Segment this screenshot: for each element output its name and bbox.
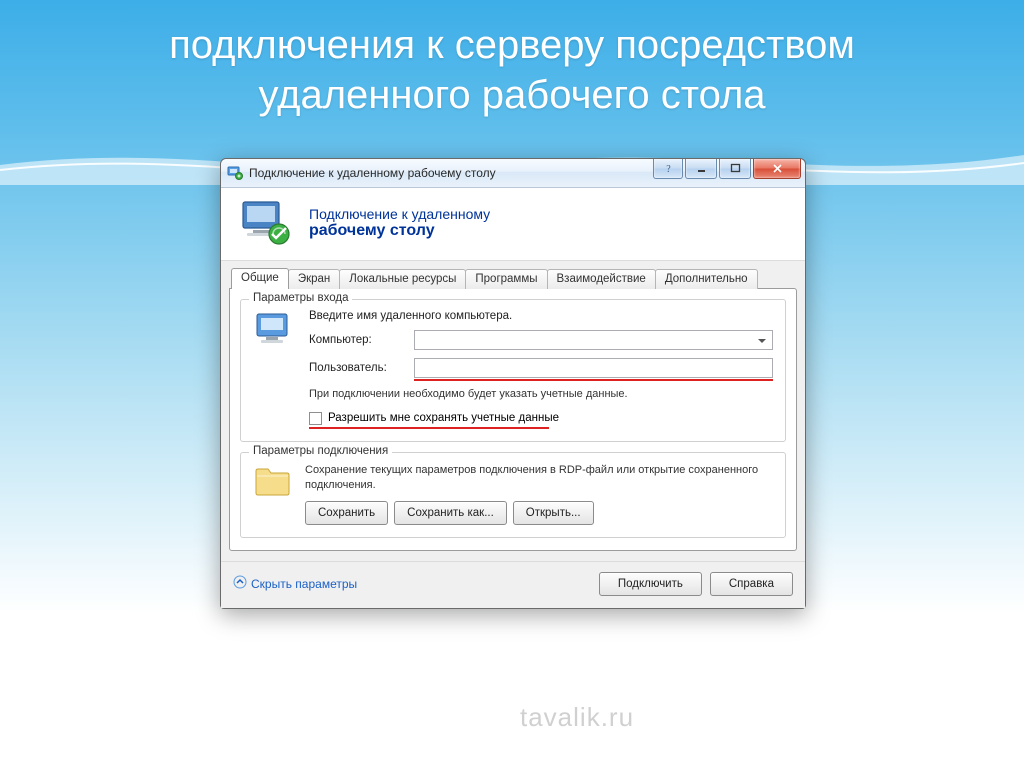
rdp-app-icon xyxy=(227,165,243,181)
creds-note: При подключении необходимо будет указать… xyxy=(309,387,773,402)
slide-background: подключения к серверу посредством удален… xyxy=(0,0,1024,767)
computer-icon xyxy=(253,310,297,429)
open-button[interactable]: Открыть... xyxy=(513,501,594,525)
tab-general[interactable]: Общие xyxy=(231,268,289,289)
window-title: Подключение к удаленному рабочему столу xyxy=(249,166,496,180)
tab-advanced[interactable]: Дополнительно xyxy=(655,269,758,289)
slide-title: подключения к серверу посредством удален… xyxy=(0,0,1024,130)
help-button[interactable]: ? xyxy=(653,159,683,179)
tab-programs[interactable]: Программы xyxy=(465,269,547,289)
save-creds-checkbox[interactable] xyxy=(309,412,322,425)
maximize-button[interactable] xyxy=(719,159,751,179)
computer-label: Компьютер: xyxy=(309,334,414,346)
folder-icon xyxy=(253,463,293,502)
user-input[interactable] xyxy=(414,358,773,378)
minimize-button[interactable] xyxy=(685,159,717,179)
save-creds-label: Разрешить мне сохранять учетные данные xyxy=(328,412,559,424)
window-controls: ? xyxy=(653,159,801,179)
close-button[interactable] xyxy=(753,159,801,179)
rdp-window: Подключение к удаленному рабочему столу … xyxy=(220,158,806,609)
hide-options-link[interactable]: Скрыть параметры xyxy=(233,575,357,592)
tab-display[interactable]: Экран xyxy=(288,269,340,289)
rdp-banner-icon xyxy=(237,198,295,248)
login-group-title: Параметры входа xyxy=(249,292,352,304)
highlight-marker-2 xyxy=(309,427,549,429)
save-creds-row[interactable]: Разрешить мне сохранять учетные данные xyxy=(309,412,773,425)
watermark: tavalik.ru xyxy=(520,702,634,733)
tabstrip: Общие Экран Локальные ресурсы Программы … xyxy=(231,267,797,288)
banner-line2: рабочему столу xyxy=(309,222,490,240)
banner: Подключение к удаленному рабочему столу xyxy=(221,188,805,261)
save-as-button[interactable]: Сохранить как... xyxy=(394,501,507,525)
save-button[interactable]: Сохранить xyxy=(305,501,388,525)
titlebar[interactable]: Подключение к удаленному рабочему столу … xyxy=(221,159,805,188)
login-hint: Введите имя удаленного компьютера. xyxy=(309,310,773,322)
banner-line1: Подключение к удаленному xyxy=(309,206,490,222)
hide-options-label: Скрыть параметры xyxy=(251,577,357,591)
user-label: Пользователь: xyxy=(309,362,414,374)
banner-text: Подключение к удаленному рабочему столу xyxy=(309,206,490,240)
tab-area: Общие Экран Локальные ресурсы Программы … xyxy=(221,261,805,561)
connection-group-title: Параметры подключения xyxy=(249,445,392,457)
highlight-marker xyxy=(414,379,773,381)
svg-text:?: ? xyxy=(666,164,671,174)
collapse-arrow-icon xyxy=(233,575,247,592)
login-group: Параметры входа Введите имя удаленного xyxy=(240,299,786,442)
tab-local-resources[interactable]: Локальные ресурсы xyxy=(339,269,466,289)
computer-combo[interactable] xyxy=(414,330,773,350)
connect-button[interactable]: Подключить xyxy=(599,572,702,596)
dialog-footer: Скрыть параметры Подключить Справка xyxy=(221,561,805,608)
help-footer-button[interactable]: Справка xyxy=(710,572,793,596)
tab-sheet-general: Параметры входа Введите имя удаленного xyxy=(229,288,797,551)
connection-text: Сохранение текущих параметров подключени… xyxy=(305,463,773,493)
tab-experience[interactable]: Взаимодействие xyxy=(547,269,656,289)
connection-group: Параметры подключения Сохранение текущих… xyxy=(240,452,786,538)
